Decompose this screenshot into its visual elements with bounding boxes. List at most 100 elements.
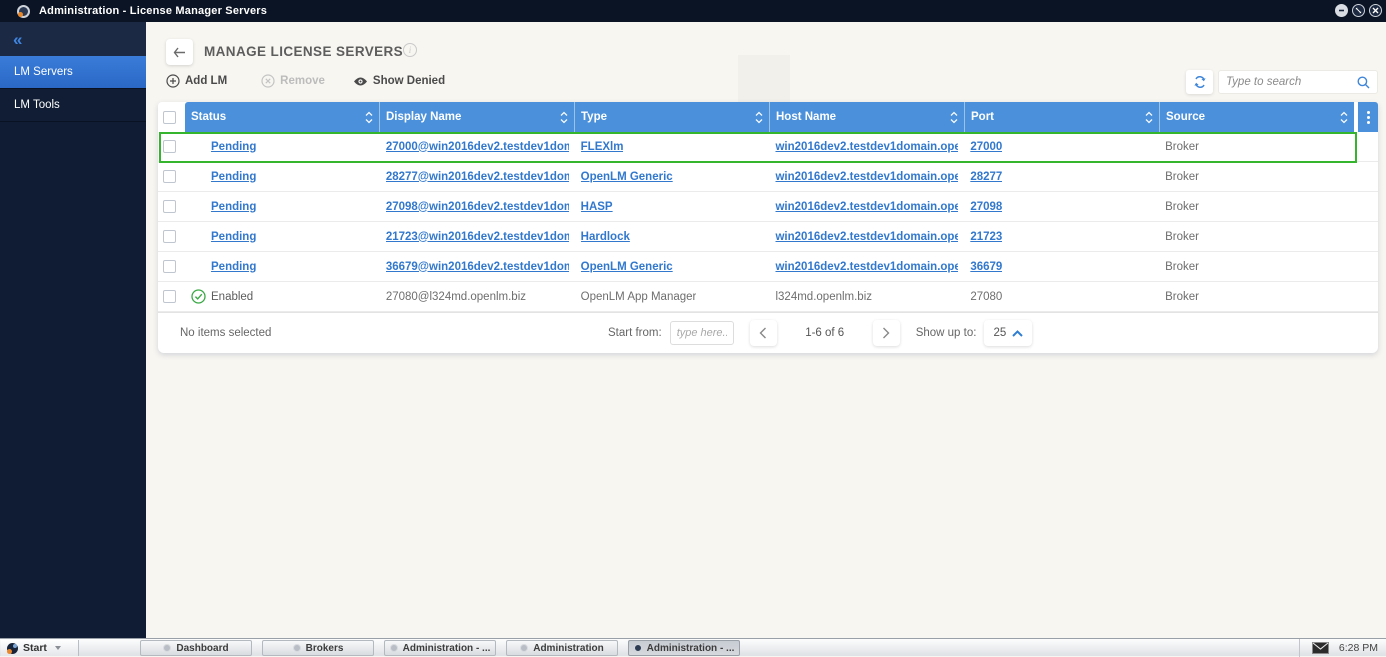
- column-header-display-name[interactable]: Display Name: [380, 102, 575, 132]
- display-name-link[interactable]: 21723@win2016dev2.testdev1dom...: [386, 231, 569, 243]
- back-button[interactable]: [166, 39, 193, 65]
- start-from-input[interactable]: [669, 321, 734, 345]
- collapse-sidebar-icon[interactable]: «: [13, 31, 22, 48]
- remove-label: Remove: [280, 75, 325, 87]
- column-header-source[interactable]: Source: [1160, 102, 1354, 132]
- table-header: Status Display Name Type Host Name Port: [158, 102, 1378, 132]
- taskbar-window-brokers[interactable]: Brokers: [262, 640, 374, 656]
- previous-page-button[interactable]: [749, 320, 777, 346]
- type-link[interactable]: OpenLM Generic: [581, 261, 673, 273]
- start-from-label: Start from:: [608, 327, 662, 339]
- minimize-button[interactable]: [1335, 4, 1348, 17]
- table-row[interactable]: Pending 28277@win2016dev2.testdev1dom...…: [158, 162, 1378, 192]
- display-name-link[interactable]: 27000@win2016dev2.testdev1dom...: [386, 141, 569, 153]
- host-name-link[interactable]: win2016dev2.testdev1domain.ope...: [775, 141, 958, 153]
- chevron-down-icon: [54, 646, 61, 650]
- port-link[interactable]: 21723: [970, 231, 1002, 243]
- status-link[interactable]: Pending: [211, 261, 256, 273]
- eye-icon: [353, 77, 367, 85]
- table-row[interactable]: Enabled 27080@l324md.openlm.biz OpenLM A…: [158, 282, 1378, 312]
- column-header-type[interactable]: Type: [575, 102, 770, 132]
- display-name-link[interactable]: 28277@win2016dev2.testdev1dom...: [386, 171, 569, 183]
- taskbar-window-administration-1[interactable]: Administration - ...: [384, 640, 496, 656]
- taskbar-window-administration-active[interactable]: Administration - ...: [628, 640, 740, 656]
- add-lm-button[interactable]: Add LM: [166, 74, 227, 88]
- type-link[interactable]: FLEXlm: [581, 141, 624, 153]
- taskbar-window-label: Administration: [533, 642, 604, 654]
- port-link[interactable]: 36679: [970, 261, 1002, 273]
- host-name-link[interactable]: win2016dev2.testdev1domain.ope...: [775, 201, 958, 213]
- row-checkbox[interactable]: [163, 230, 176, 243]
- page-size-dropdown[interactable]: 25: [984, 320, 1033, 346]
- row-checkbox[interactable]: [163, 170, 176, 183]
- status-link[interactable]: Pending: [211, 231, 256, 243]
- row-checkbox[interactable]: [163, 200, 176, 213]
- sort-icon: [365, 111, 373, 123]
- type-value: OpenLM App Manager: [580, 290, 697, 303]
- display-name-link[interactable]: 27098@win2016dev2.testdev1dom...: [386, 201, 569, 213]
- table-row[interactable]: Pending 36679@win2016dev2.testdev1dom...…: [158, 252, 1378, 282]
- search-box: [1218, 70, 1378, 94]
- sidebar-item-lm-tools[interactable]: LM Tools: [0, 89, 146, 122]
- status-link[interactable]: Pending: [211, 171, 256, 183]
- port-value: 27080: [970, 290, 1003, 303]
- close-button[interactable]: [1369, 4, 1382, 17]
- window-icon: [292, 644, 301, 652]
- status-link[interactable]: Pending: [211, 201, 256, 213]
- host-name-link[interactable]: win2016dev2.testdev1domain.ope...: [775, 261, 958, 273]
- maximize-button[interactable]: [1352, 4, 1365, 17]
- column-header-status[interactable]: Status: [185, 102, 380, 132]
- search-input[interactable]: [1226, 76, 1357, 88]
- source-value: Broker: [1165, 170, 1200, 183]
- taskbar-window-dashboard[interactable]: Dashboard: [140, 640, 252, 656]
- window-title: Administration - License Manager Servers: [39, 5, 268, 17]
- taskbar-window-administration-2[interactable]: Administration: [506, 640, 618, 656]
- source-value: Broker: [1165, 140, 1200, 153]
- taskbar-window-label: Dashboard: [176, 642, 229, 654]
- start-button[interactable]: Start: [1, 640, 79, 656]
- search-icon[interactable]: [1357, 76, 1370, 89]
- info-icon[interactable]: i: [403, 43, 417, 57]
- display-name-link[interactable]: 36679@win2016dev2.testdev1dom...: [386, 261, 569, 273]
- sidebar-item-label: LM Tools: [14, 99, 60, 111]
- row-checkbox[interactable]: [163, 260, 176, 273]
- column-header-port[interactable]: Port: [965, 102, 1160, 132]
- source-value: Broker: [1165, 230, 1200, 243]
- mail-icon[interactable]: [1311, 642, 1329, 654]
- column-header-host-name[interactable]: Host Name: [770, 102, 965, 132]
- table-row[interactable]: Pending 27000@win2016dev2.testdev1dom...…: [158, 132, 1378, 162]
- remove-button[interactable]: Remove: [261, 74, 325, 88]
- type-link[interactable]: OpenLM Generic: [581, 171, 673, 183]
- type-link[interactable]: Hardlock: [581, 231, 630, 243]
- clock: 6:28 PM: [1338, 642, 1378, 654]
- host-name-link[interactable]: win2016dev2.testdev1domain.ope...: [775, 171, 958, 183]
- openlm-logo-icon: [7, 642, 18, 654]
- column-menu-icon[interactable]: [1358, 102, 1378, 132]
- host-name-value: l324md.openlm.biz: [775, 290, 873, 303]
- port-link[interactable]: 27000: [970, 141, 1002, 153]
- host-name-link[interactable]: win2016dev2.testdev1domain.ope...: [775, 231, 958, 243]
- status-link[interactable]: Pending: [211, 141, 256, 153]
- row-checkbox[interactable]: [163, 140, 176, 153]
- row-checkbox[interactable]: [163, 290, 176, 303]
- show-denied-label: Show Denied: [372, 75, 446, 87]
- refresh-button[interactable]: [1186, 70, 1213, 94]
- select-all-checkbox[interactable]: [163, 110, 176, 124]
- license-servers-table: Status Display Name Type Host Name Port: [158, 102, 1378, 353]
- selection-status: No items selected: [180, 327, 272, 339]
- next-page-button[interactable]: [872, 320, 900, 346]
- source-value: Broker: [1165, 200, 1200, 213]
- table-row[interactable]: Pending 27098@win2016dev2.testdev1dom...…: [158, 192, 1378, 222]
- show-denied-button[interactable]: Show Denied: [353, 75, 445, 87]
- type-link[interactable]: HASP: [581, 201, 613, 213]
- display-name-value: 27080@l324md.openlm.biz: [385, 290, 527, 303]
- sidebar-item-lm-servers[interactable]: LM Servers: [0, 56, 146, 89]
- circle-plus-icon: [166, 74, 180, 88]
- sidebar-header: «: [0, 22, 146, 56]
- chevron-right-icon: [883, 327, 890, 339]
- port-link[interactable]: 28277: [970, 171, 1002, 183]
- chevron-up-icon: [1012, 329, 1024, 337]
- table-row[interactable]: Pending 21723@win2016dev2.testdev1dom...…: [158, 222, 1378, 252]
- port-link[interactable]: 27098: [970, 201, 1002, 213]
- page-size-value: 25: [993, 327, 1007, 339]
